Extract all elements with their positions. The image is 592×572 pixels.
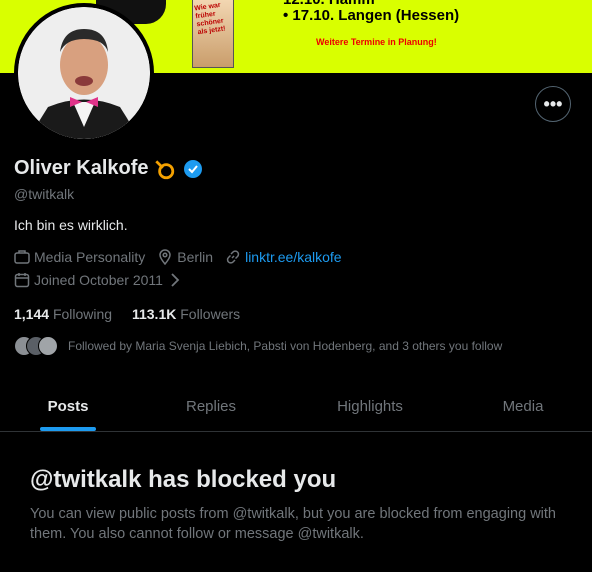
link-icon [226, 250, 240, 264]
follower-avatar [38, 336, 58, 356]
profile-joined-row[interactable]: Joined October 2011 [14, 272, 187, 288]
tab-replies[interactable]: Replies [136, 381, 286, 431]
profile-joined: Joined October 2011 [34, 272, 163, 288]
tab-posts[interactable]: Posts [0, 381, 136, 431]
followed-by-text: Followed by Maria Svenja Liebich, Pabsti… [68, 339, 503, 353]
follower-avatars [14, 336, 58, 356]
following-link[interactable]: 1,144 Following [14, 306, 112, 322]
profile-bio: Ich bin es wirklich. [14, 217, 128, 233]
followers-count: 113.1K [131, 306, 177, 322]
followers-label: Followers [180, 306, 241, 322]
profile-name-row: Oliver Kalkofe [14, 157, 207, 180]
chevron-right-icon[interactable] [167, 272, 183, 288]
profile-website-link[interactable]: linktr.ee/kalkofe [245, 249, 342, 265]
verified-badge-icon[interactable] [183, 159, 203, 179]
avatar-photo [18, 7, 150, 139]
following-label: Following [52, 306, 113, 322]
profile-name: Oliver Kalkofe [14, 157, 149, 179]
banner-line-2: • 17.10. Langen (Hessen) [283, 7, 460, 24]
book-cover-text: Wie war früher schöner als jetzt! [193, 1, 226, 37]
profile-meta: Media Personality Berlin linktr.ee/kalko… [14, 249, 354, 265]
profile-handle: @twitkalk [14, 186, 75, 202]
profile-avatar[interactable] [14, 3, 154, 143]
briefcase-icon [14, 250, 30, 264]
blocked-title: @twitkalk has blocked you [30, 466, 337, 493]
tab-media[interactable]: Media [454, 381, 592, 431]
followed-by-row[interactable]: Followed by Maria Svenja Liebich, Pabsti… [14, 336, 502, 356]
profile-category: Media Personality [34, 249, 146, 265]
horn-badge-icon[interactable] [153, 158, 175, 180]
profile-location: Berlin [177, 249, 214, 265]
profile-tabs: Posts Replies Highlights Media [0, 381, 592, 432]
profile-stats: 1,144 Following 113.1K Followers [14, 306, 240, 322]
banner-book-image: Wie war früher schöner als jetzt! [192, 0, 234, 68]
tab-highlights[interactable]: Highlights [286, 381, 454, 431]
calendar-icon [14, 273, 30, 288]
followers-link[interactable]: 113.1K Followers [132, 306, 240, 322]
following-count: 1,144 [14, 306, 50, 322]
blocked-description: You can view public posts from @twitkalk… [30, 506, 556, 542]
more-options-button[interactable]: ••• [535, 86, 571, 122]
location-icon [159, 249, 172, 265]
banner-note: Weitere Termine in Planung! [316, 37, 437, 47]
